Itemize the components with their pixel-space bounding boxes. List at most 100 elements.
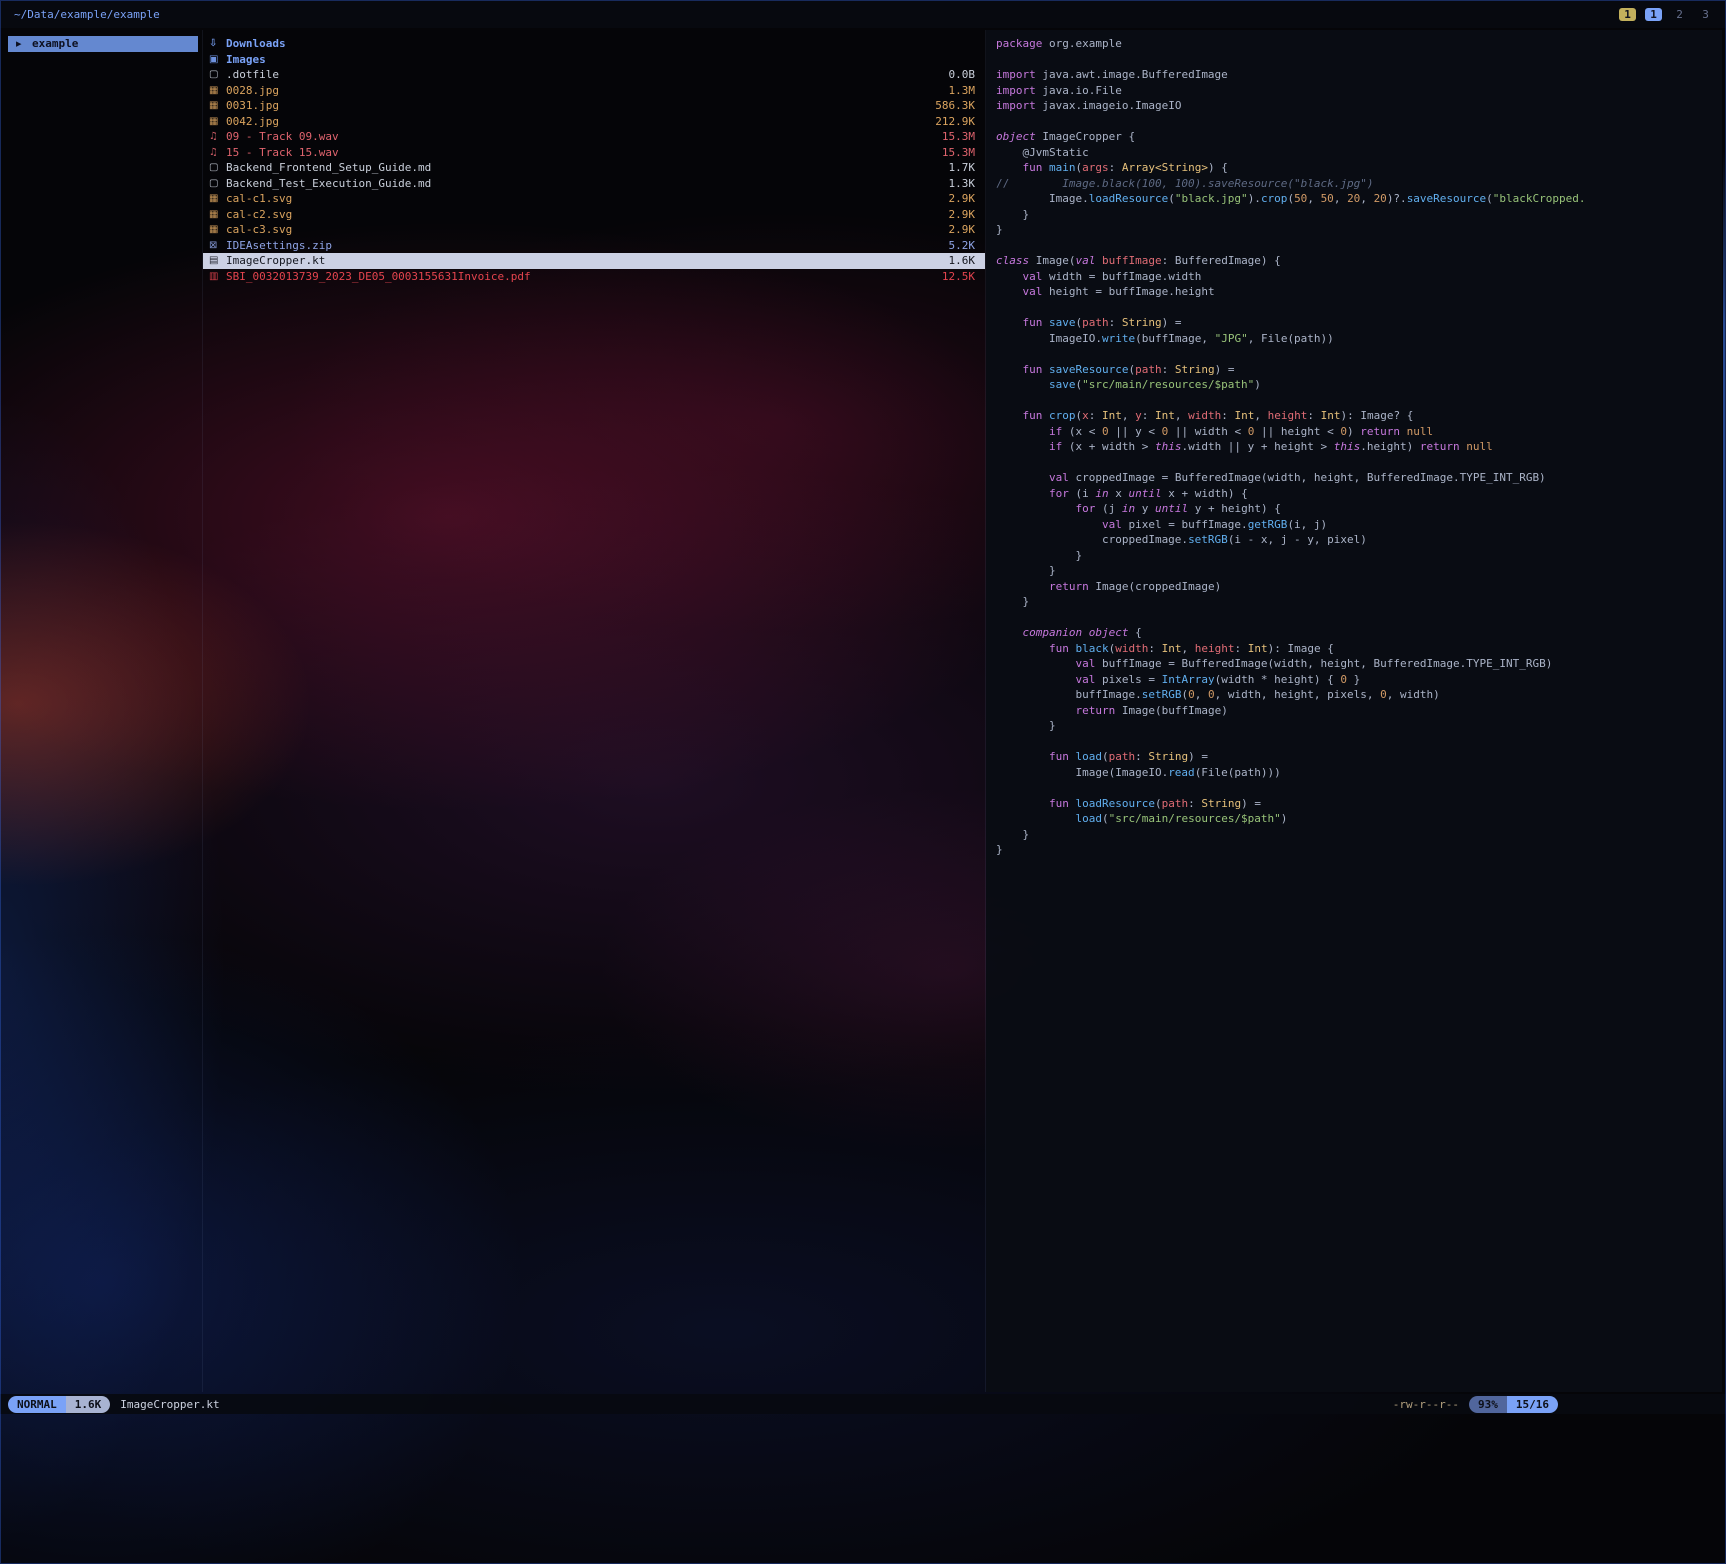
code-line: [996, 114, 1722, 130]
code-line: buffImage.setRGB(0, 0, width, height, pi…: [996, 687, 1722, 703]
code-line: companion object {: [996, 625, 1722, 641]
panes: ▸example ⇩Downloads▣Images▢.dotfile0.0B▦…: [8, 30, 1722, 1392]
file-name: .dotfile: [226, 67, 941, 83]
code-line: fun save(path: String) =: [996, 315, 1722, 331]
code-line: [996, 610, 1722, 626]
file-name: 0042.jpg: [226, 114, 927, 130]
mode-badge: NORMAL: [8, 1396, 66, 1413]
code-line: for (j in y until y + height) {: [996, 501, 1722, 517]
image-file-icon: ▦: [209, 83, 226, 99]
status-bar: NORMAL 1.6K ImageCropper.kt -rw-r--r-- 9…: [0, 1394, 1726, 1414]
code-line: [996, 52, 1722, 68]
code-line: import java.awt.image.BufferedImage: [996, 67, 1722, 83]
file-name: Downloads: [226, 36, 967, 52]
file-name: ImageCropper.kt: [226, 253, 941, 269]
file-size: 15.3M: [942, 129, 975, 145]
cursor-position-badge: 15/16: [1507, 1396, 1558, 1413]
kotlin-file-icon: ▤: [209, 253, 226, 269]
file-name: cal-c3.svg: [226, 222, 941, 238]
code-line: Image.loadResource("black.jpg").crop(50,…: [996, 191, 1722, 207]
breadcrumb-path: ~/Data/example/example: [14, 8, 1619, 21]
zip-file-icon: ⊠: [209, 238, 226, 254]
pdf-file-icon: ▥: [209, 269, 226, 285]
code-line: val height = buffImage.height: [996, 284, 1722, 300]
code-line: [996, 238, 1722, 254]
code-line: [996, 300, 1722, 316]
code-line: val croppedImage = BufferedImage(width, …: [996, 470, 1722, 486]
file-row[interactable]: ▢.dotfile0.0B: [203, 67, 985, 83]
top-bar: ~/Data/example/example 1123: [0, 0, 1726, 28]
code-line: [996, 780, 1722, 796]
svg-file-icon: ▦: [209, 207, 226, 223]
folder-icon: ▸: [16, 36, 32, 52]
file-list-pane: ⇩Downloads▣Images ▢ .dotfile 0.0B▦0028.jpg1…: [202, 30, 986, 1392]
file-row[interactable]: ⇩Downloads: [203, 36, 985, 52]
code-line: package org.example: [996, 36, 1722, 52]
file-row[interactable]: ▣Images: [203, 52, 985, 68]
code-line: fun main(args: Array<String>) {: [996, 160, 1722, 176]
file-permissions: -rw-r--r--: [1393, 1398, 1459, 1411]
file-size: 1.6K: [949, 253, 976, 269]
code-line: fun crop(x: Int, y: Int, width: Int, hei…: [996, 408, 1722, 424]
scroll-percent-badge: 93%: [1469, 1396, 1507, 1413]
file-row[interactable]: ▢Backend_Test_Execution_Guide.md1.3K: [203, 176, 985, 192]
preview-code: package org.example import java.awt.imag…: [996, 36, 1722, 858]
file-row[interactable]: ♫09 - Track 09.wav15.3M: [203, 129, 985, 145]
file-row[interactable]: ▢Backend_Frontend_Setup_Guide.md1.7K: [203, 160, 985, 176]
code-line: return Image(buffImage): [996, 703, 1722, 719]
status-right: -rw-r--r-- 93% 15/16: [1393, 1396, 1558, 1413]
download-folder-icon: ⇩: [209, 36, 226, 52]
file-size: 586.3K: [935, 98, 975, 114]
file-name: SBI_0032013739_2023_DE05_0003155631Invoi…: [226, 269, 934, 285]
parent-pane: ▸example: [8, 30, 198, 1392]
file-size: 212.9K: [935, 114, 975, 130]
tab-1[interactable]: 1: [1619, 8, 1636, 21]
code-line: }: [996, 222, 1722, 238]
preview-pane[interactable]: package org.example import java.awt.imag…: [986, 30, 1722, 1392]
tab-4[interactable]: 3: [1697, 8, 1714, 21]
file-row[interactable]: ▦cal-c3.svg 2.9K: [203, 222, 985, 238]
code-line: val pixels = IntArray(width * height) { …: [996, 672, 1722, 688]
code-line: croppedImage.setRGB(i - x, j - y, pixel): [996, 532, 1722, 548]
file-size: 2.9K: [949, 191, 976, 207]
tab-2[interactable]: 1: [1645, 8, 1662, 21]
code-line: val width = buffImage.width: [996, 269, 1722, 285]
code-line: [996, 346, 1722, 362]
code-line: [996, 734, 1722, 750]
file-row[interactable]: ▥SBI_0032013739_2023_DE05_0003155631Invo…: [203, 269, 985, 285]
file-row[interactable]: ▦0031.jpg586.3K: [203, 98, 985, 114]
file-name: cal-c1.svg: [226, 191, 941, 207]
svg-file-icon: ▦: [209, 191, 226, 207]
code-line: }: [996, 842, 1722, 858]
status-filename: ImageCropper.kt: [120, 1398, 219, 1411]
file-name: 09 - Track 09.wav: [226, 129, 934, 145]
code-line: }: [996, 548, 1722, 564]
svg-file-icon: ▦: [209, 222, 226, 238]
file-size: 2.9K: [949, 222, 976, 238]
markdown-file-icon: ▢: [209, 160, 226, 176]
file-name: 0031.jpg: [226, 98, 927, 114]
file-size: 15.3M: [942, 145, 975, 161]
code-line: }: [996, 594, 1722, 610]
file-row[interactable]: ⊠IDEAsettings.zip5.2K: [203, 238, 985, 254]
code-line: // Image.black(100, 100).saveResource("b…: [996, 176, 1722, 192]
file-size-badge: 1.6K: [66, 1396, 111, 1413]
tab-3[interactable]: 2: [1671, 8, 1688, 21]
code-line: }: [996, 563, 1722, 579]
file-row[interactable]: ♫15 - Track 15.wav15.3M: [203, 145, 985, 161]
file-row[interactable]: ▦cal-c1.svg 2.9K: [203, 191, 985, 207]
file-row[interactable]: ▦cal-c2.svg2.9K: [203, 207, 985, 223]
file-size: 1.3K: [949, 176, 976, 192]
parent-dir-item[interactable]: ▸example: [8, 36, 198, 52]
file-row[interactable]: ▤ImageCropper.kt 1.6K: [203, 253, 985, 269]
file-row[interactable]: ▦0028.jpg1.3M: [203, 83, 985, 99]
audio-file-icon: ♫: [209, 145, 226, 161]
file-row[interactable]: ▦0042.jpg212.9K: [203, 114, 985, 130]
code-line: Image(ImageIO.read(File(path))): [996, 765, 1722, 781]
file-name: IDEAsettings.zip: [226, 238, 941, 254]
code-line: if (x + width > this.width || y + height…: [996, 439, 1722, 455]
terminal-window: ~/Data/example/example 1123 ▸example ⇩Do…: [0, 0, 1726, 1564]
code-line: import java.io.File: [996, 83, 1722, 99]
images-folder-icon: ▣: [209, 52, 226, 68]
file-size: 0.0B: [949, 67, 976, 83]
